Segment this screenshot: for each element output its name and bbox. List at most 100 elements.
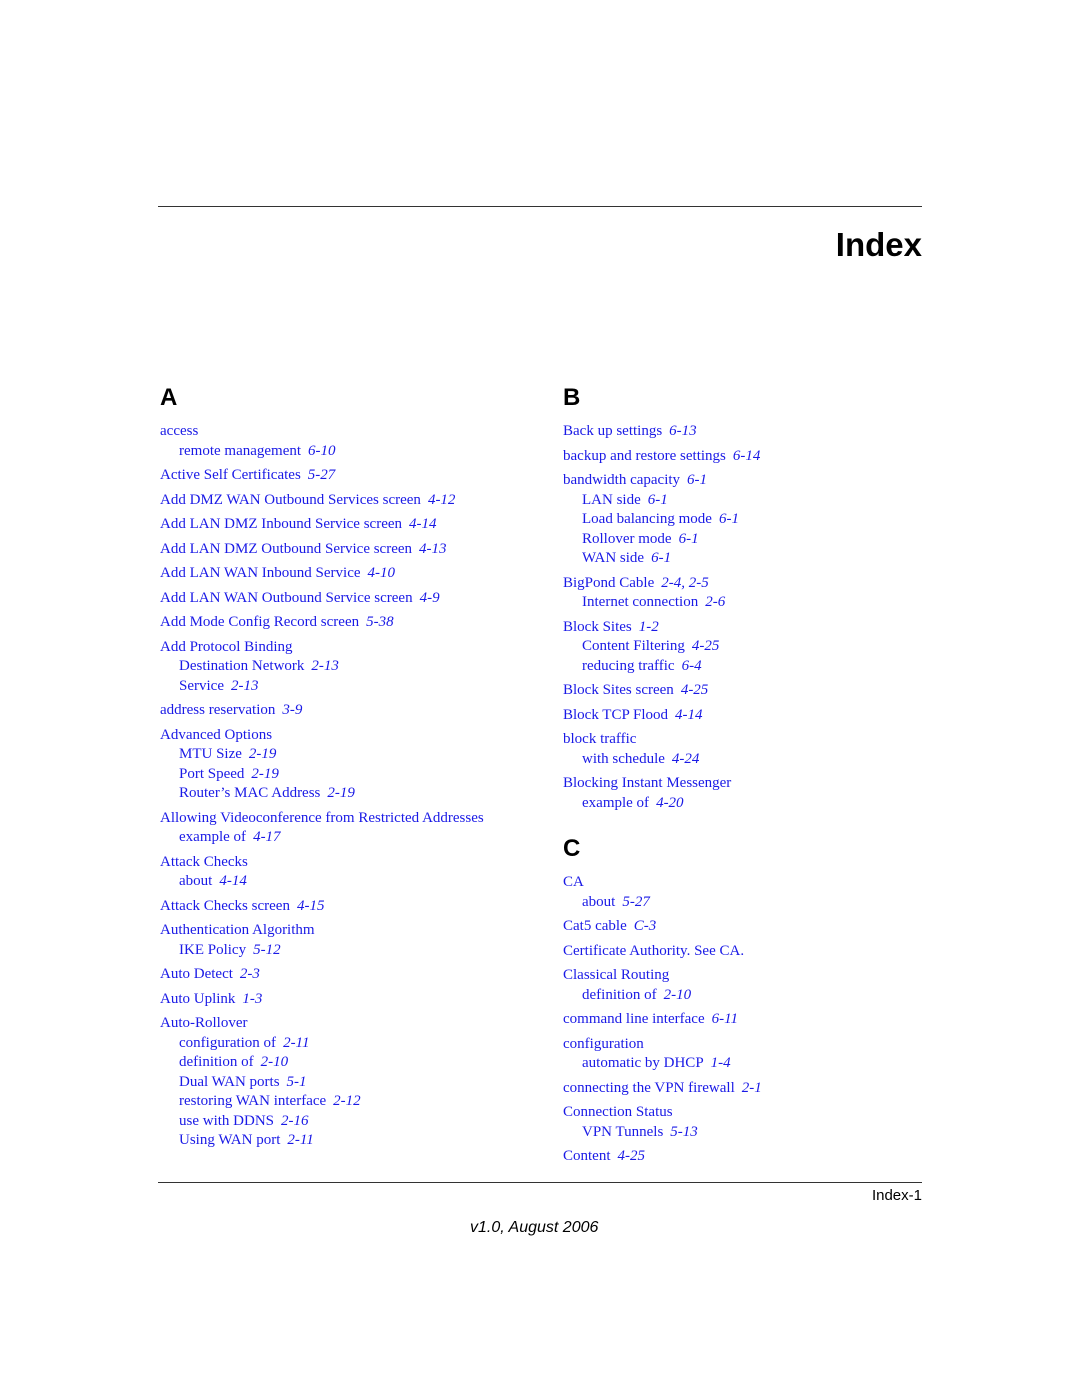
- index-entry[interactable]: Add LAN WAN Outbound Service screen 4-9: [160, 589, 540, 609]
- entry-page-ref[interactable]: 4-12: [428, 492, 456, 508]
- entry-term[interactable]: example of: [179, 829, 246, 845]
- entry-term[interactable]: access: [160, 423, 198, 439]
- entry-page-ref[interactable]: 4-13: [419, 541, 447, 557]
- entry-page-ref[interactable]: 6-13: [669, 423, 697, 439]
- entry-page-ref[interactable]: 4-17: [253, 829, 281, 845]
- entry-page-ref[interactable]: 6-14: [733, 448, 761, 464]
- entry-page-ref[interactable]: 5-38: [366, 614, 394, 630]
- entry-page-ref[interactable]: 6-1: [679, 531, 699, 547]
- entry-page-ref[interactable]: 2-6: [705, 594, 725, 610]
- entry-term[interactable]: Connection Status: [563, 1104, 673, 1120]
- entry-term[interactable]: Add LAN WAN Outbound Service screen: [160, 590, 413, 606]
- entry-term[interactable]: connecting the VPN firewall: [563, 1080, 735, 1096]
- index-entry[interactable]: Add DMZ WAN Outbound Services screen 4-12: [160, 491, 540, 511]
- entry-page-ref[interactable]: 2-11: [287, 1132, 313, 1148]
- index-subentry[interactable]: Load balancing mode 6-1: [563, 510, 923, 530]
- index-subentry[interactable]: Internet connection 2-6: [563, 593, 923, 613]
- index-entry[interactable]: Advanced Options: [160, 726, 540, 746]
- entry-term[interactable]: Add Mode Config Record screen: [160, 614, 359, 630]
- entry-page-ref[interactable]: 5-13: [670, 1124, 698, 1140]
- index-subentry[interactable]: Destination Network 2-13: [160, 657, 540, 677]
- index-entry[interactable]: access: [160, 422, 540, 442]
- entry-term[interactable]: address reservation: [160, 702, 275, 718]
- entry-term[interactable]: Certificate Authority. See CA.: [563, 943, 744, 959]
- index-subentry[interactable]: remote management 6-10: [160, 442, 540, 462]
- index-subentry[interactable]: example of 4-20: [563, 794, 923, 814]
- entry-page-ref[interactable]: 2-16: [281, 1113, 309, 1129]
- entry-page-ref[interactable]: 6-4: [682, 658, 702, 674]
- index-entry[interactable]: Attack Checks screen 4-15: [160, 897, 540, 917]
- index-subentry[interactable]: Dual WAN ports 5-1: [160, 1073, 540, 1093]
- index-entry[interactable]: Active Self Certificates 5-27: [160, 466, 540, 486]
- entry-page-ref[interactable]: 4-20: [656, 795, 684, 811]
- entry-term[interactable]: Auto-Rollover: [160, 1015, 248, 1031]
- index-subentry[interactable]: Port Speed 2-19: [160, 765, 540, 785]
- entry-term[interactable]: Back up settings: [563, 423, 662, 439]
- index-entry[interactable]: Back up settings 6-13: [563, 422, 923, 442]
- index-subentry[interactable]: WAN side 6-1: [563, 549, 923, 569]
- entry-page-ref[interactable]: 2-13: [311, 658, 339, 674]
- entry-page-ref[interactable]: 2-11: [283, 1035, 309, 1051]
- entry-term[interactable]: automatic by DHCP: [582, 1055, 704, 1071]
- index-entry[interactable]: block traffic: [563, 730, 923, 750]
- entry-term[interactable]: Port Speed: [179, 766, 244, 782]
- entry-term[interactable]: MTU Size: [179, 746, 242, 762]
- index-subentry[interactable]: restoring WAN interface 2-12: [160, 1092, 540, 1112]
- entry-term[interactable]: Router’s MAC Address: [179, 785, 320, 801]
- entry-term[interactable]: Content Filtering: [582, 638, 685, 654]
- index-entry[interactable]: CA: [563, 873, 923, 893]
- entry-page-ref[interactable]: 2-10: [261, 1054, 289, 1070]
- entry-term[interactable]: bandwidth capacity: [563, 472, 680, 488]
- index-subentry[interactable]: definition of 2-10: [563, 986, 923, 1006]
- index-entry[interactable]: Block TCP Flood 4-14: [563, 706, 923, 726]
- index-subentry[interactable]: IKE Policy 5-12: [160, 941, 540, 961]
- index-subentry[interactable]: use with DDNS 2-16: [160, 1112, 540, 1132]
- entry-page-ref[interactable]: 2-4, 2-5: [661, 575, 709, 591]
- entry-page-ref[interactable]: 5-1: [287, 1074, 307, 1090]
- entry-page-ref[interactable]: 2-12: [333, 1093, 361, 1109]
- index-entry[interactable]: bandwidth capacity 6-1: [563, 471, 923, 491]
- entry-term[interactable]: Blocking Instant Messenger: [563, 775, 731, 791]
- entry-term[interactable]: Active Self Certificates: [160, 467, 301, 483]
- index-subentry[interactable]: definition of 2-10: [160, 1053, 540, 1073]
- index-entry[interactable]: Auto Detect 2-3: [160, 965, 540, 985]
- entry-term[interactable]: Authentication Algorithm: [160, 922, 315, 938]
- entry-term[interactable]: example of: [582, 795, 649, 811]
- index-subentry[interactable]: with schedule 4-24: [563, 750, 923, 770]
- entry-page-ref[interactable]: 4-25: [681, 682, 709, 698]
- entry-term[interactable]: WAN side: [582, 550, 644, 566]
- entry-page-ref[interactable]: 6-1: [651, 550, 671, 566]
- entry-term[interactable]: remote management: [179, 443, 301, 459]
- index-subentry[interactable]: reducing traffic 6-4: [563, 657, 923, 677]
- entry-term[interactable]: definition of: [179, 1054, 254, 1070]
- index-subentry[interactable]: automatic by DHCP 1-4: [563, 1054, 923, 1074]
- entry-term[interactable]: Block TCP Flood: [563, 707, 668, 723]
- entry-term[interactable]: Auto Uplink: [160, 991, 235, 1007]
- index-entry[interactable]: Blocking Instant Messenger: [563, 774, 923, 794]
- entry-page-ref[interactable]: 6-11: [712, 1011, 738, 1027]
- index-entry[interactable]: Attack Checks: [160, 853, 540, 873]
- entry-term[interactable]: about: [179, 873, 212, 889]
- entry-page-ref[interactable]: 4-25: [692, 638, 720, 654]
- entry-page-ref[interactable]: 4-14: [219, 873, 247, 889]
- index-subentry[interactable]: Service 2-13: [160, 677, 540, 697]
- entry-term[interactable]: block traffic: [563, 731, 636, 747]
- index-entry[interactable]: command line interface 6-11: [563, 1010, 923, 1030]
- entry-page-ref[interactable]: 5-27: [622, 894, 650, 910]
- entry-term[interactable]: Add DMZ WAN Outbound Services screen: [160, 492, 421, 508]
- index-subentry[interactable]: Rollover mode 6-1: [563, 530, 923, 550]
- entry-term[interactable]: Load balancing mode: [582, 511, 712, 527]
- entry-term[interactable]: Attack Checks: [160, 854, 248, 870]
- index-subentry[interactable]: Router’s MAC Address 2-19: [160, 784, 540, 804]
- entry-term[interactable]: Classical Routing: [563, 967, 669, 983]
- entry-term[interactable]: Service: [179, 678, 224, 694]
- entry-term[interactable]: Add LAN DMZ Inbound Service screen: [160, 516, 402, 532]
- entry-page-ref[interactable]: 4-14: [409, 516, 437, 532]
- index-entry[interactable]: Block Sites screen 4-25: [563, 681, 923, 701]
- index-entry[interactable]: Add Protocol Binding: [160, 638, 540, 658]
- entry-term[interactable]: Cat5 cable: [563, 918, 627, 934]
- entry-term[interactable]: Auto Detect: [160, 966, 233, 982]
- entry-term[interactable]: LAN side: [582, 492, 641, 508]
- entry-term[interactable]: Content: [563, 1148, 611, 1164]
- entry-page-ref[interactable]: 2-3: [240, 966, 260, 982]
